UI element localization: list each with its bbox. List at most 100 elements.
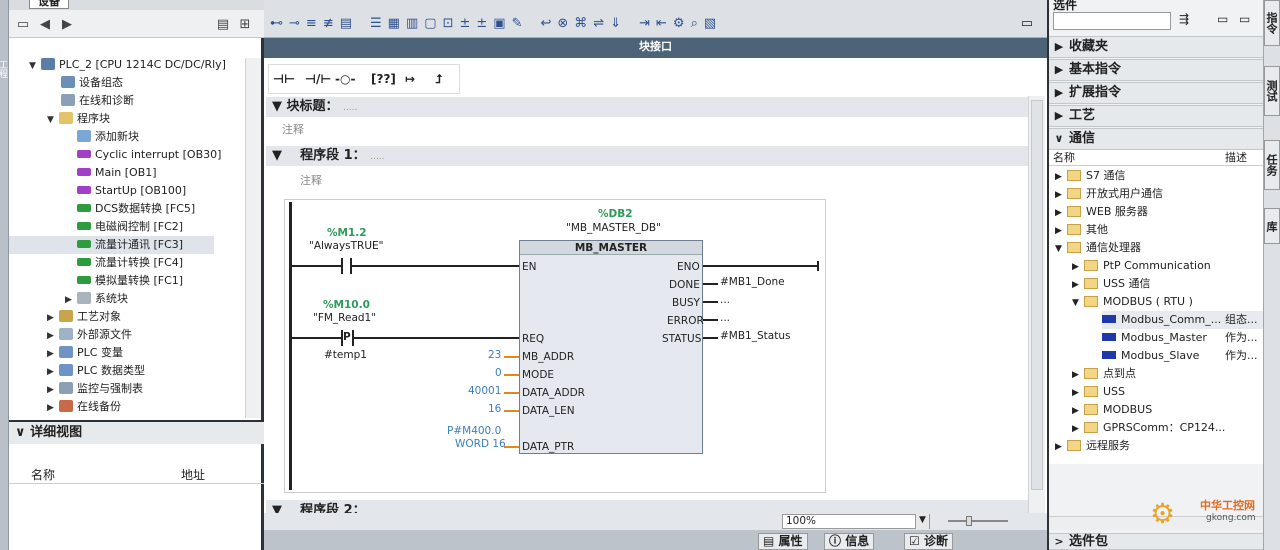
tree-item-ob30[interactable]: Cyclic interrupt [OB30] — [77, 146, 221, 164]
expand-icon[interactable]: ▶ — [1055, 204, 1067, 222]
list-icon[interactable]: ☰ — [370, 16, 382, 31]
output-done[interactable]: #MB1_Done — [720, 276, 785, 288]
list-item-s7[interactable]: ▶ S7 通信 — [1055, 167, 1125, 185]
view-icon[interactable]: ▤ — [215, 16, 231, 32]
expand-icon[interactable]: ▶ — [1055, 222, 1067, 240]
column-description[interactable]: 描述 — [1225, 150, 1247, 166]
zoom-slider[interactable] — [948, 520, 1008, 522]
network-1-title-value[interactable]: ..... — [370, 152, 384, 162]
value-mode[interactable]: 0 — [495, 367, 502, 379]
absolute-icon[interactable]: ± — [459, 16, 470, 31]
expand-icon[interactable]: ▶ — [47, 345, 59, 363]
collapse-icon[interactable]: ▼ — [266, 148, 282, 163]
expand-icon[interactable]: ▶ — [1072, 384, 1084, 402]
zoom-slider-handle[interactable] — [966, 516, 972, 526]
detail-view-header[interactable]: ∨ 详细视图 — [9, 422, 264, 444]
tree-item-plc-tags[interactable]: ▶ PLC 变量 — [47, 344, 123, 362]
no-contact-icon[interactable]: ⊣⊢ — [273, 72, 295, 86]
edit-icon[interactable]: ✎ — [512, 16, 523, 31]
list-item-other[interactable]: ▶ 其他 — [1055, 221, 1108, 239]
palette-communication[interactable]: ∨ 通信 — [1049, 128, 1263, 150]
collapse-icon[interactable]: ▼ — [266, 99, 282, 114]
collapse-icon[interactable]: ▼ — [47, 111, 59, 129]
tab-info[interactable]: ⓘ 信息 — [824, 533, 875, 550]
tree-item-watch-tables[interactable]: ▶ 监控与强制表 — [47, 380, 143, 398]
collapse-icon[interactable]: ▼ — [1055, 240, 1067, 258]
symbolic-icon[interactable]: ± — [476, 16, 487, 31]
output-error[interactable]: ... — [720, 312, 730, 324]
palette-technology[interactable]: ▶ 工艺 — [1049, 105, 1263, 127]
collapse-icon[interactable]: ∨ — [15, 425, 30, 440]
layout-alt-icon[interactable]: ▭ — [1239, 12, 1250, 26]
tree-item-online-backup[interactable]: ▶ 在线备份 — [47, 398, 121, 416]
expand-icon[interactable]: ▶ — [1072, 366, 1084, 384]
expand-icon[interactable]: ▶ — [1072, 258, 1084, 276]
mb-master-block[interactable]: MB_MASTER — [519, 240, 703, 454]
expand-icon[interactable]: ▶ — [47, 327, 59, 345]
editor-scrollbar[interactable] — [1028, 96, 1045, 513]
open-branch-icon[interactable]: ↦ — [405, 72, 415, 86]
tab-properties[interactable]: ▤ 属性 — [758, 533, 808, 550]
list-item-modbus-rtu[interactable]: ▼ MODBUS ( RTU ) — [1072, 293, 1193, 311]
expand-icon[interactable]: ▶ — [47, 399, 59, 417]
output-busy[interactable]: ... — [720, 294, 730, 306]
glasses-icon[interactable]: ⌕ — [691, 16, 698, 31]
network-1-comment[interactable]: 注释 — [300, 172, 322, 188]
forward-icon[interactable]: ▶ — [59, 16, 75, 32]
compile-icon[interactable]: ▧ — [704, 16, 716, 31]
tags-icon[interactable]: ▣ — [493, 16, 505, 31]
close-branch-icon[interactable]: ⮥ — [435, 72, 442, 87]
network-2-header[interactable]: ▼ 程序段 2： — [266, 500, 1028, 513]
goto-icon[interactable]: ↩ — [540, 16, 551, 31]
list-item-uss-comm[interactable]: ▶ USS 通信 — [1072, 275, 1151, 293]
tree-scrollbar[interactable] — [245, 58, 261, 418]
palette-extended[interactable]: ▶ 扩展指令 — [1049, 82, 1263, 104]
tab-instructions[interactable]: 指令 — [1264, 0, 1280, 46]
tab-tasks[interactable]: 任务 — [1264, 140, 1280, 190]
jump-icon[interactable]: ⇥ — [639, 16, 650, 31]
tree-item-fc2[interactable]: 电磁阀控制 [FC2] — [77, 218, 183, 236]
contact1-left[interactable] — [341, 258, 343, 274]
list-item-ptp[interactable]: ▶ PtP Communication — [1072, 257, 1211, 275]
expand-icon[interactable]: ▶ — [47, 309, 59, 327]
column-name[interactable]: 名称 — [1053, 150, 1075, 166]
collapse-icon[interactable]: ▼ — [29, 57, 41, 75]
tree-item-tech-objects[interactable]: ▶ 工艺对象 — [47, 308, 121, 326]
network-1-header[interactable]: ▼ 程序段 1： ..... — [266, 146, 1028, 166]
list-item-uss[interactable]: ▶ USS — [1072, 383, 1125, 401]
compare-icon[interactable]: ⇌ — [593, 16, 604, 31]
expand-icon[interactable]: ▶ — [1055, 168, 1067, 186]
empty-box-icon[interactable]: [??] — [371, 72, 396, 86]
scroll-thumb[interactable] — [1031, 100, 1043, 490]
palette-favorites[interactable]: ▶ 收藏夹 — [1049, 36, 1263, 58]
download-icon[interactable]: ⇓ — [610, 16, 621, 31]
expand-icon[interactable]: ▶ — [1072, 420, 1084, 438]
expand-icon[interactable]: ▶ — [47, 381, 59, 399]
collapse-icon[interactable]: ▼ — [266, 503, 282, 513]
list-item-ouc[interactable]: ▶ 开放式用户通信 — [1055, 185, 1163, 203]
block-interface-bar[interactable]: 块接口 — [264, 38, 1047, 58]
dropdown-arrow-icon[interactable]: ▼ — [915, 514, 929, 529]
search-options-icon[interactable]: ⇶ — [1179, 12, 1189, 26]
insert-network-icon[interactable]: ⊷ — [270, 16, 283, 31]
list-item-p2p[interactable]: ▶ 点到点 — [1072, 365, 1136, 383]
left-side-strip[interactable]: 工程 — [0, 0, 9, 550]
tree-item-ob1[interactable]: Main [OB1] — [77, 164, 157, 182]
expand-icon[interactable]: ▶ — [1072, 276, 1084, 294]
tree-item-online-diag[interactable]: 在线和诊断 — [61, 92, 134, 110]
instruction-search-input[interactable] — [1053, 12, 1171, 30]
tree-item-device-config[interactable]: 设备组态 — [61, 74, 123, 92]
delete-network-icon[interactable]: ⊸ — [289, 16, 300, 31]
list-item-remote[interactable]: ▶ 远程服务 — [1055, 437, 1130, 455]
tree-item-fc4[interactable]: 流量计转换 [FC4] — [77, 254, 183, 272]
column-address[interactable]: 地址 — [181, 466, 205, 484]
zoom-select[interactable]: 100% ▼ — [782, 514, 930, 529]
tab-devices[interactable]: 设备 — [29, 0, 69, 9]
contact1-tag[interactable]: "AlwaysTRUE" — [309, 240, 384, 252]
tree-item-add-block[interactable]: 添加新块 — [77, 128, 139, 146]
tab-testing[interactable]: 测试 — [1264, 66, 1280, 116]
contact2-tag[interactable]: "FM_Read1" — [313, 312, 376, 324]
tree-item-fc5[interactable]: DCS数据转换 [FC5] — [77, 200, 195, 218]
table-icon[interactable]: ▦ — [388, 16, 400, 31]
expand-icon[interactable]: ▶ — [47, 363, 59, 381]
